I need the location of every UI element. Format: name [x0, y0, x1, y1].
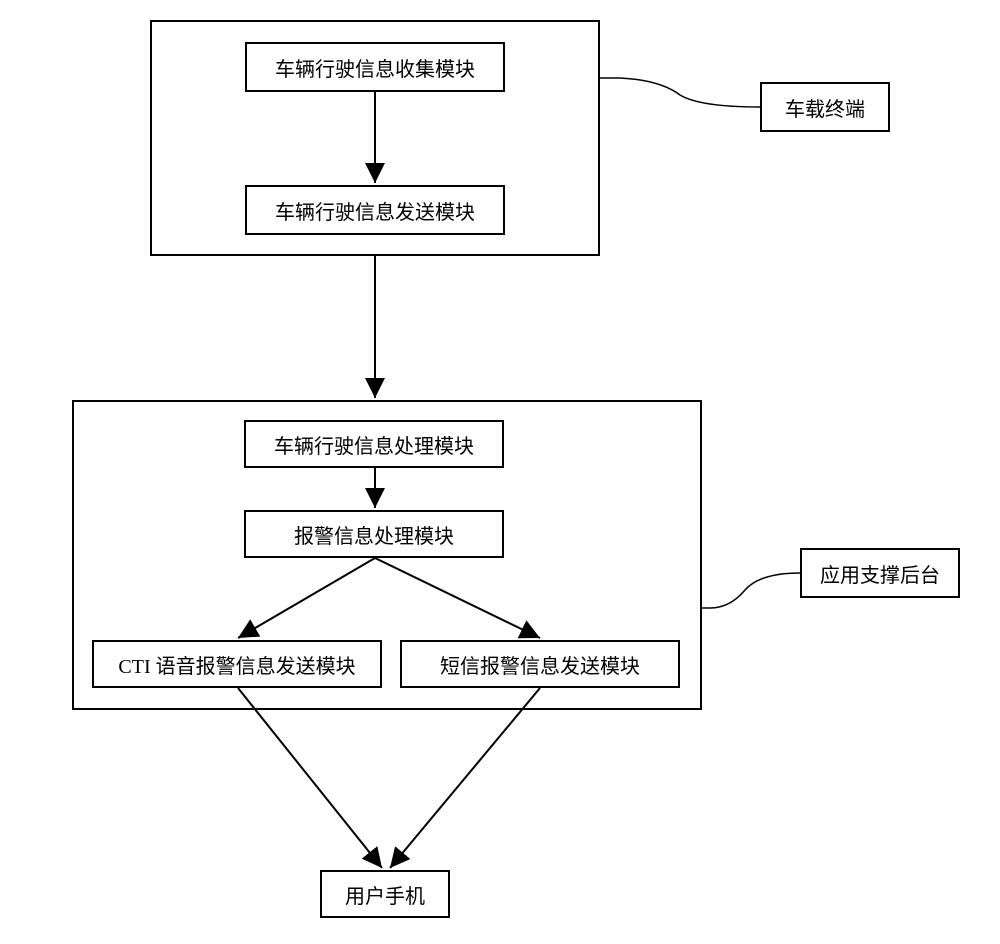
cti-voice-alarm-send-module: CTI 语音报警信息发送模块 — [92, 640, 382, 688]
vehicle-info-process-module: 车辆行驶信息处理模块 — [244, 420, 504, 468]
vehicle-info-send-module: 车辆行驶信息发送模块 — [245, 185, 505, 235]
alarm-info-process-module: 报警信息处理模块 — [244, 510, 504, 558]
user-phone: 用户手机 — [320, 870, 450, 918]
vehicle-info-collect-module: 车辆行驶信息收集模块 — [245, 42, 505, 92]
top-group-label: 车载终端 — [760, 82, 890, 132]
mid-group-label: 应用支撑后台 — [800, 548, 960, 598]
sms-alarm-send-module: 短信报警信息发送模块 — [400, 640, 680, 688]
